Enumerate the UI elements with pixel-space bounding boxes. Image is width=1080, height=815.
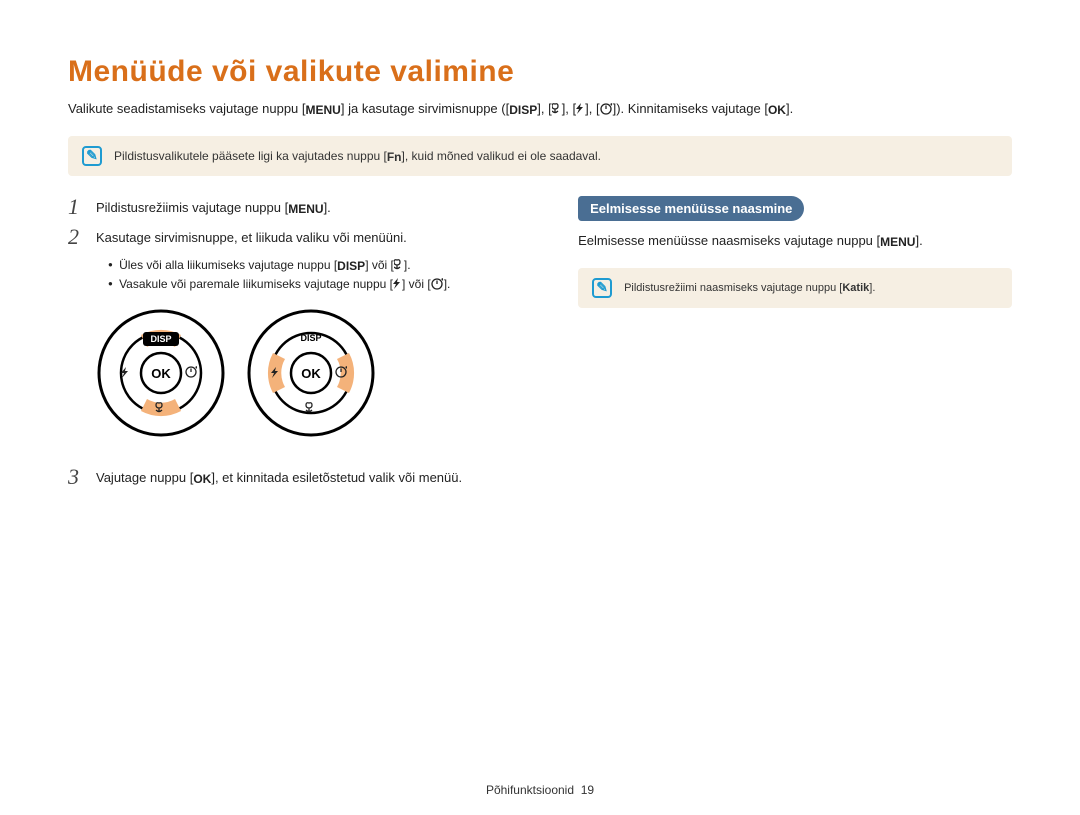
ok-label-icon: OK [301, 366, 321, 381]
disp-label-icon: DISP [337, 259, 365, 273]
disp-label-icon: DISP [509, 103, 537, 117]
timer-icon [600, 103, 613, 115]
ok-label-icon: OK [193, 472, 211, 486]
flash-icon [576, 103, 585, 115]
shutter-label: Katik [842, 282, 869, 294]
timer-icon [431, 278, 444, 290]
page-title: Menüüde või valikute valimine [68, 55, 1012, 89]
note-box-shutter: ✎ Pildistusrežiimi naasmiseks vajutage n… [578, 268, 1012, 308]
ok-label-icon: OK [151, 366, 171, 381]
step-number: 2 [68, 226, 86, 248]
return-text: Eelmisesse menüüsse naasmiseks vajutage … [578, 231, 1012, 252]
menu-label-icon: MENU [288, 202, 323, 216]
dial-horizontal: DISP OK [246, 308, 376, 438]
disp-label-icon: DISP [300, 333, 321, 343]
menu-label-icon: MENU [306, 103, 341, 117]
step-number: 1 [68, 196, 86, 218]
menu-label-icon: MENU [880, 235, 915, 249]
fn-label-icon: Fn [387, 150, 402, 164]
section-header-return: Eelmisesse menüüsse naasmine [578, 196, 804, 221]
macro-icon [394, 259, 404, 271]
step-2: 2 Kasutage sirvimisnuppe, et liikuda val… [68, 226, 538, 248]
flash-icon [393, 278, 402, 290]
step-3: 3 Vajutage nuppu [OK], et kinnitada esil… [68, 466, 538, 488]
dial-vertical: DISP OK [96, 308, 226, 438]
ok-label-icon: OK [768, 103, 786, 117]
disp-label-icon: DISP [150, 334, 171, 344]
timer-icon [186, 366, 197, 377]
info-icon: ✎ [82, 146, 102, 166]
macro-icon [552, 103, 562, 115]
step-2-bullets: Üles või alla liikumiseks vajutage nuppu… [108, 256, 538, 294]
info-icon: ✎ [592, 278, 612, 298]
note-box-fn: ✎ Pildistusvalikutele pääsete ligi ka va… [68, 136, 1012, 176]
step-number: 3 [68, 466, 86, 488]
intro-text: Valikute seadistamiseks vajutage nuppu [… [68, 99, 1012, 120]
navigation-dials: DISP OK [96, 308, 538, 438]
macro-icon [306, 403, 312, 412]
page-footer: Põhifunktsioonid 19 [0, 783, 1080, 797]
step-1: 1 Pildistusrežiimis vajutage nuppu [MENU… [68, 196, 538, 218]
